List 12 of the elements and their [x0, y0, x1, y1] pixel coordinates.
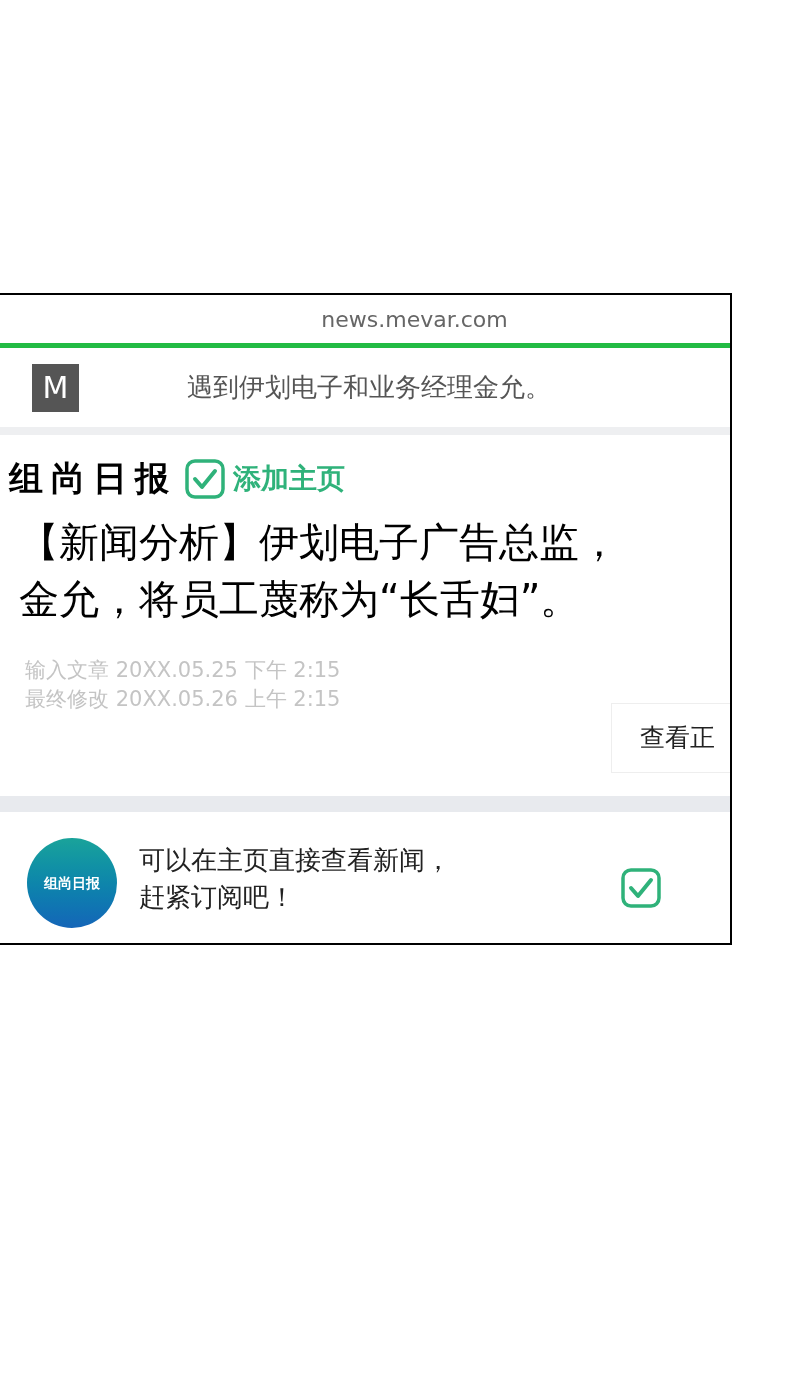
view-original-button[interactable]: 查看正: [611, 703, 730, 773]
avatar[interactable]: 组尚日报: [27, 838, 117, 928]
posted-time: 输入文章 20XX.05.25 下午 2:15: [25, 657, 342, 684]
subscribe-message: 可以在主页直接查看新闻，: [139, 844, 451, 877]
url-text[interactable]: news.mevar.com: [221, 302, 508, 336]
page-title: 遇到伊划电子和业务经理金允。: [187, 371, 551, 404]
checkbox-icon[interactable]: [621, 868, 661, 908]
headline[interactable]: 【新闻分析】伊划电子广告总监， 金允，将员工蔑称为“长舌妇”。: [9, 514, 730, 628]
modified-time: 最终修改 20XX.05.26 上午 2:15: [25, 686, 342, 713]
publisher-name: 组尚日报: [9, 457, 177, 500]
site-logo[interactable]: M: [32, 363, 79, 412]
subscribe-message: 赶紧订阅吧！: [139, 881, 296, 914]
